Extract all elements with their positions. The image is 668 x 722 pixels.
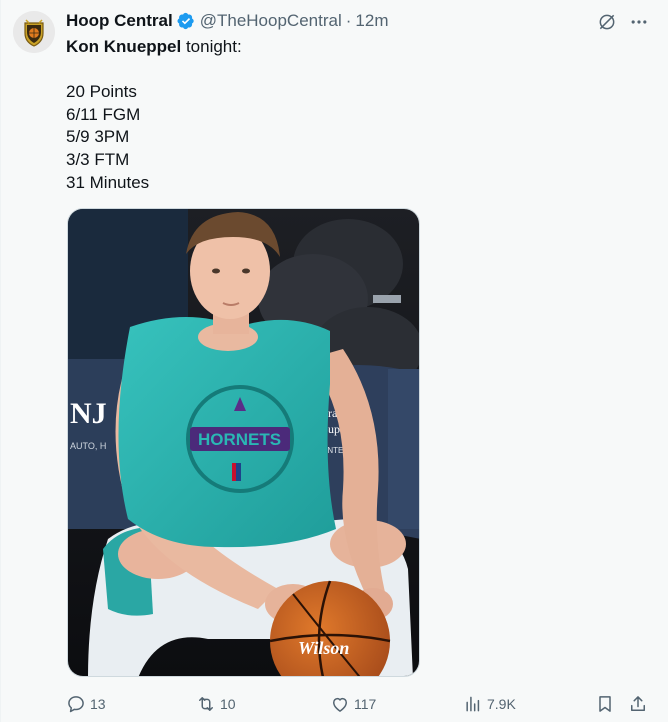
stat-line: 20 Points xyxy=(66,82,137,102)
views-icon xyxy=(466,696,480,712)
player-name: Kon Knueppel xyxy=(66,37,182,56)
author-display-name[interactable]: Hoop Central xyxy=(66,11,173,31)
like-button[interactable]: 117 xyxy=(330,692,376,716)
repost-count: 10 xyxy=(220,696,236,712)
stat-line: 3/3 FTM xyxy=(66,149,130,169)
stat-line: 6/11 FGM xyxy=(66,104,141,124)
repost-icon xyxy=(199,697,213,711)
sign-left-subtext: AUTO, H xyxy=(70,441,106,451)
timestamp[interactable]: 12m xyxy=(355,11,388,31)
verified-badge-icon[interactable] xyxy=(177,12,195,30)
tweet-header: Hoop Central @TheHoopCentral · 12m xyxy=(66,10,388,32)
more-icon xyxy=(631,20,647,24)
more-options-button[interactable] xyxy=(627,10,651,34)
stat-line: 5/9 3PM xyxy=(66,127,130,147)
reply-icon xyxy=(68,696,84,713)
sign-left-text: NJ xyxy=(70,397,107,430)
tweet-card: Hoop Central @TheHoopCentral · 12m Kon K… xyxy=(0,0,668,722)
headline-rest: tonight: xyxy=(181,37,242,56)
tweet-photo[interactable]: NJ AUTO, H urance oup ENTERS. HORNETS xyxy=(67,208,420,677)
bookmark-button[interactable] xyxy=(595,692,615,716)
reply-count: 13 xyxy=(90,696,106,712)
share-button[interactable] xyxy=(628,692,648,716)
grok-icon xyxy=(599,14,615,30)
avatar[interactable] xyxy=(13,11,55,53)
stat-line: 31 Minutes xyxy=(66,172,150,192)
bookmark-icon xyxy=(599,696,611,712)
ball-brand-text: Wilson xyxy=(298,638,349,658)
tweet-text: Kon Knueppel tonight: 20 Points 6/11 FGM… xyxy=(66,36,242,194)
share-icon xyxy=(631,696,645,711)
heart-icon xyxy=(333,697,347,712)
separator-dot: · xyxy=(345,11,352,30)
hoop-central-logo xyxy=(13,11,55,53)
grok-button[interactable] xyxy=(595,10,619,34)
tweet-headline: Kon Knueppel tonight: xyxy=(66,36,242,59)
like-count: 117 xyxy=(354,696,377,712)
views-button[interactable]: 7.9K xyxy=(463,692,516,716)
action-bar: 13 10 117 7.9K xyxy=(1,692,668,716)
author-handle[interactable]: @TheHoopCentral xyxy=(200,11,342,31)
repost-button[interactable]: 10 xyxy=(196,692,236,716)
views-count: 7.9K xyxy=(487,696,516,712)
reply-button[interactable]: 13 xyxy=(66,692,106,716)
jersey-text: HORNETS xyxy=(198,430,281,449)
player-photo: NJ AUTO, H urance oup ENTERS. HORNETS xyxy=(68,209,419,676)
